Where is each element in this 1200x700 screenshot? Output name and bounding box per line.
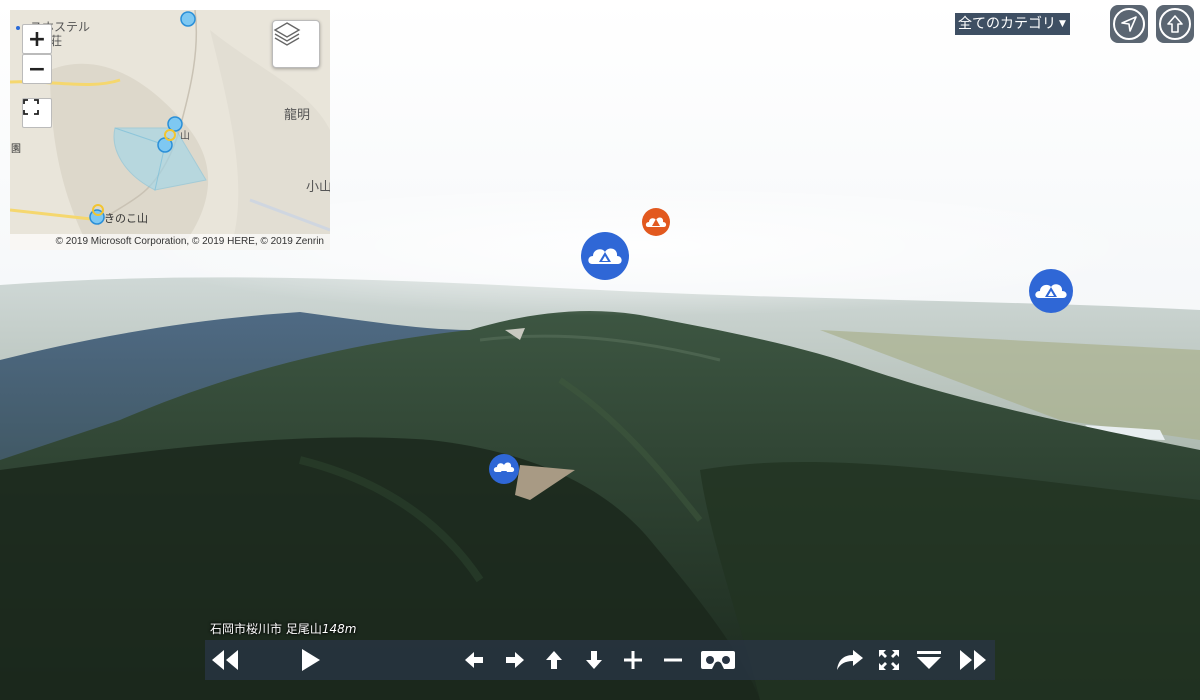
fullscreen-icon: [879, 650, 899, 670]
zoom-out-button[interactable]: [655, 640, 691, 680]
pan-up-button[interactable]: [536, 640, 572, 680]
map-layers-button[interactable]: [272, 20, 320, 68]
pan-down-button[interactable]: [576, 640, 612, 680]
panorama-control-bar: [205, 640, 995, 680]
cloud-download-icon: [489, 454, 519, 484]
hide-controls-button[interactable]: [911, 640, 947, 680]
next-scene-button[interactable]: [955, 640, 991, 680]
location-name: 石岡市桜川市 足尾山: [210, 622, 322, 636]
scroll-top-button-ring: [1159, 8, 1191, 40]
collapse-down-icon: [917, 651, 941, 669]
hotspot-mountain-center[interactable]: [580, 231, 630, 285]
scroll-top-button[interactable]: [1156, 5, 1194, 43]
navigation-arrow-icon: [1121, 16, 1137, 32]
arrow-up-icon: [1167, 15, 1183, 33]
share-arrow-icon: [837, 650, 863, 670]
fast-forward-icon: [960, 650, 986, 670]
navigation-button-ring: [1113, 8, 1145, 40]
map-zoom-out-button[interactable]: −: [22, 54, 52, 84]
map-label-ryumei: 龍明: [284, 108, 311, 123]
plus-icon: [624, 651, 642, 669]
play-icon: [302, 649, 320, 671]
mountain-cloud-icon: [581, 232, 629, 280]
play-button[interactable]: [292, 640, 328, 680]
map-label-kinokoyama: きのこ山: [104, 212, 148, 225]
vr-mode-button[interactable]: [698, 640, 738, 680]
map-copyright: © 2019 Microsoft Corporation, © 2019 HER…: [10, 234, 330, 250]
arrow-down-icon: [586, 651, 602, 669]
map-label-koyama: 小山: [306, 180, 330, 195]
hotspot-mountain-orange[interactable]: [641, 207, 671, 241]
share-button[interactable]: [832, 640, 868, 680]
dropdown-arrow-icon: ▼: [1059, 19, 1066, 29]
navigation-button[interactable]: [1110, 5, 1148, 43]
category-select-label: 全てのカテゴリ: [958, 16, 1056, 32]
location-elevation: 148m: [321, 622, 357, 636]
mountain-cloud-icon: [642, 208, 670, 236]
map-zoom-in-button[interactable]: +: [22, 24, 52, 54]
minimap[interactable]: スホステル 荘 龍明 小山 山 きのこ山 園 + − © 2019 Micros…: [10, 10, 330, 250]
hotspot-mountain-right[interactable]: [1028, 268, 1074, 318]
rewind-icon: [212, 650, 238, 670]
arrow-up-icon: [546, 651, 562, 669]
expand-icon: [23, 99, 39, 115]
location-caption: 石岡市桜川市 足尾山148m: [210, 620, 356, 637]
vr-headset-icon: [701, 651, 735, 669]
arrow-left-icon: [465, 652, 483, 668]
layers-icon: [273, 22, 301, 46]
arrow-right-icon: [506, 652, 524, 668]
fullscreen-button[interactable]: [871, 640, 907, 680]
previous-scene-button[interactable]: [207, 640, 243, 680]
map-label-mountain: 山: [180, 131, 190, 142]
category-select[interactable]: 全てのカテゴリ ▼: [955, 13, 1070, 37]
minus-icon: [664, 658, 682, 662]
hotspot-download[interactable]: [488, 453, 520, 489]
map-label-garden: 園: [11, 144, 21, 155]
map-fullscreen-button[interactable]: [22, 98, 52, 128]
mountain-cloud-icon: [1029, 269, 1073, 313]
zoom-in-button[interactable]: [615, 640, 651, 680]
pan-right-button[interactable]: [497, 640, 533, 680]
pan-left-button[interactable]: [456, 640, 492, 680]
